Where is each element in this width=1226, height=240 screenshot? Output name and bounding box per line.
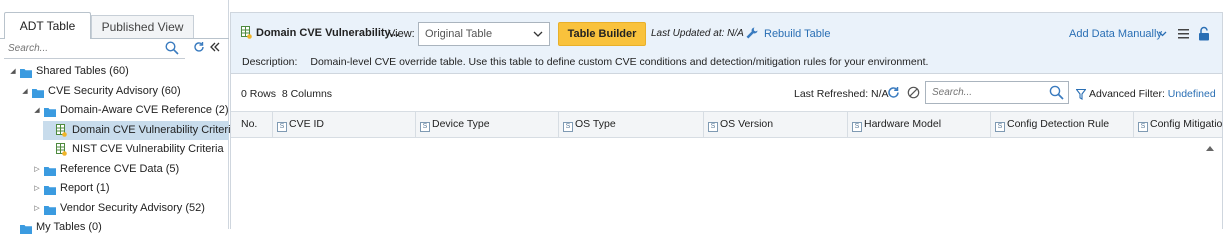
table-builder-button[interactable]: Table Builder bbox=[558, 22, 646, 46]
column-header[interactable]: No. bbox=[231, 112, 273, 137]
header-row: Domain CVE Vulnerability... View: Origin… bbox=[231, 21, 1222, 47]
main-panel: Domain CVE Vulnerability... View: Origin… bbox=[230, 12, 1223, 229]
left-tabs: Published View ADT Table bbox=[0, 12, 229, 39]
folder-icon bbox=[20, 222, 32, 240]
tree-item-label: CVE Security Advisory (60) bbox=[48, 84, 181, 97]
tree-item-label: NIST CVE Vulnerability Criteria bbox=[72, 143, 224, 155]
scroll-up-icon[interactable] bbox=[1205, 143, 1215, 155]
tree-folder-item[interactable]: ▷ Report (1) bbox=[0, 179, 229, 198]
tree-folder-item[interactable]: ▷ Reference CVE Data (5) bbox=[0, 160, 229, 179]
column-header[interactable]: S CVE ID bbox=[273, 112, 416, 137]
string-type-icon: S bbox=[852, 122, 862, 132]
view-select-value: Original Table bbox=[425, 28, 493, 40]
refresh-icon[interactable] bbox=[887, 86, 900, 102]
collapsed-arrow-icon[interactable]: ▷ bbox=[33, 179, 41, 198]
string-type-icon: S bbox=[1138, 122, 1148, 132]
column-header-label: No. bbox=[241, 118, 258, 130]
lock-icon[interactable] bbox=[1198, 26, 1210, 44]
tree-table-item[interactable]: NIST CVE Vulnerability Criteria bbox=[0, 140, 229, 159]
table-search-input[interactable] bbox=[926, 82, 1046, 103]
tree-folder-item[interactable]: ◢ Domain-Aware CVE Reference (2) bbox=[0, 101, 229, 120]
column-header-label: Device Type bbox=[432, 118, 490, 130]
tree-item-label: Reference CVE Data (5) bbox=[60, 162, 180, 175]
rows-columns-count: 0 Rows 8 Columns bbox=[241, 88, 333, 100]
column-header-label: CVE ID bbox=[289, 118, 325, 130]
left-panel: Published View ADT Table ◢ Shared Tables … bbox=[0, 0, 237, 234]
table-toolbar: 0 Rows 8 Columns Last Refreshed: N/A Adv… bbox=[231, 75, 1222, 110]
table-icon bbox=[241, 26, 252, 42]
funnel-icon[interactable] bbox=[1075, 88, 1087, 103]
menu-icon[interactable] bbox=[1178, 29, 1189, 42]
tree-item-label: Vendor Security Advisory (52) bbox=[60, 201, 205, 214]
tree-folder-item[interactable]: My Tables (0) bbox=[0, 218, 229, 237]
tab-adt-table[interactable]: ADT Table bbox=[4, 12, 91, 39]
column-header[interactable]: S OS Version bbox=[704, 112, 848, 137]
tree-item-label: Shared Tables (60) bbox=[36, 65, 129, 77]
tree-search-input[interactable] bbox=[4, 39, 154, 58]
expanded-arrow-icon[interactable]: ◢ bbox=[33, 101, 41, 120]
tree-item-label: Report (1) bbox=[60, 182, 110, 194]
string-type-icon: S bbox=[708, 122, 718, 132]
string-type-icon: S bbox=[420, 122, 430, 132]
refresh-icon[interactable] bbox=[193, 41, 205, 56]
collapsed-arrow-icon[interactable]: ▷ bbox=[33, 160, 41, 179]
tree-folder-item[interactable]: ◢ CVE Security Advisory (60) bbox=[0, 82, 229, 101]
description-label: Description: bbox=[242, 56, 298, 68]
string-type-icon: S bbox=[563, 122, 573, 132]
column-header[interactable]: S Device Type bbox=[416, 112, 559, 137]
string-type-icon: S bbox=[995, 122, 1005, 132]
collapse-left-icon[interactable] bbox=[209, 41, 221, 56]
tab-published-view[interactable]: Published View bbox=[91, 15, 194, 39]
view-label: View: bbox=[388, 28, 415, 40]
tree-folder-item[interactable]: ▷ Vendor Security Advisory (52) bbox=[0, 199, 229, 218]
column-header-label: Hardware Model bbox=[864, 118, 942, 130]
tree-search bbox=[4, 39, 185, 59]
wrench-icon[interactable] bbox=[745, 26, 759, 43]
tree-folder-item[interactable]: ◢ Shared Tables (60) bbox=[0, 62, 229, 81]
description: Description: Domain-level CVE override t… bbox=[242, 56, 928, 68]
rebuild-table-link[interactable]: Rebuild Table bbox=[764, 28, 830, 40]
tree-item-label: Domain CVE Vulnerability Criteria bbox=[72, 123, 237, 136]
table-header: Domain CVE Vulnerability... View: Origin… bbox=[231, 13, 1222, 74]
chevron-down-icon bbox=[533, 23, 543, 53]
last-updated-text: Last Updated at: N/A bbox=[651, 28, 744, 39]
table-header-row: No. S CVE ID S Device Type S OS Type S OS Versio… bbox=[231, 111, 1222, 138]
advanced-filter-text: Advanced Filter: Undefined bbox=[1089, 88, 1216, 100]
column-header[interactable]: S Hardware Model bbox=[848, 112, 991, 137]
advanced-filter-value[interactable]: Undefined bbox=[1168, 88, 1216, 100]
description-text: Domain-level CVE override table. Use thi… bbox=[310, 56, 929, 68]
chevron-down-icon[interactable] bbox=[1158, 28, 1167, 43]
tree-item-label: Domain-Aware CVE Reference (2) bbox=[60, 104, 229, 116]
column-header-label: Config Mitigation bbox=[1150, 118, 1222, 130]
string-type-icon: S bbox=[277, 122, 287, 132]
column-header[interactable]: S Config Detection Rule bbox=[991, 112, 1134, 137]
search-icon[interactable] bbox=[1049, 85, 1064, 103]
search-icon[interactable] bbox=[165, 41, 179, 58]
column-header[interactable]: S OS Type bbox=[559, 112, 704, 137]
add-data-manually-menu[interactable]: Add Data Manually bbox=[1069, 28, 1162, 40]
column-header-label: Config Detection Rule bbox=[1007, 118, 1110, 130]
table-title: Domain CVE Vulnerability... bbox=[256, 27, 400, 39]
column-header-label: OS Type bbox=[575, 118, 616, 130]
collapsed-arrow-icon[interactable]: ▷ bbox=[33, 199, 41, 218]
table-search bbox=[925, 81, 1069, 104]
tree-table-item[interactable]: Domain CVE Vulnerability Criteria bbox=[43, 120, 237, 140]
view-select[interactable]: Original Table bbox=[418, 22, 550, 46]
filter-off-icon[interactable] bbox=[907, 86, 920, 102]
last-refreshed-text: Last Refreshed: N/A bbox=[794, 88, 889, 100]
advanced-filter-label: Advanced Filter: bbox=[1089, 88, 1165, 100]
column-header-label: OS Version bbox=[720, 118, 774, 130]
tree-item-label: My Tables (0) bbox=[36, 221, 102, 233]
column-header[interactable]: S Config Mitigation bbox=[1134, 112, 1222, 137]
expanded-arrow-icon[interactable]: ◢ bbox=[21, 82, 29, 101]
expanded-arrow-icon[interactable]: ◢ bbox=[9, 62, 17, 81]
